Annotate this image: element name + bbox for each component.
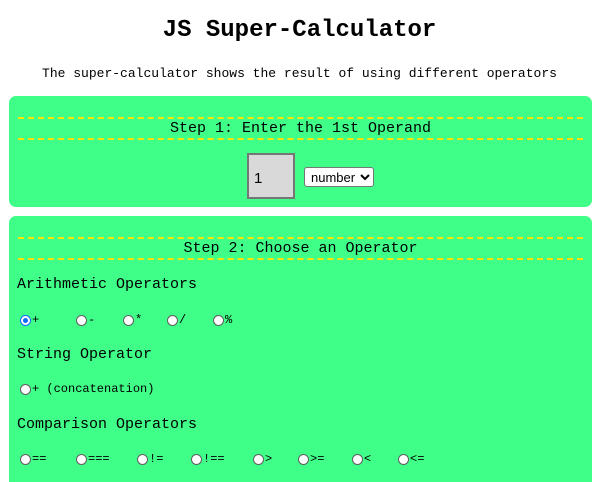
radio-button[interactable] bbox=[20, 453, 31, 465]
radio-option-modulo[interactable]: % bbox=[213, 313, 232, 327]
radio-button[interactable] bbox=[20, 314, 31, 326]
operand-input[interactable] bbox=[247, 153, 295, 199]
radio-button[interactable] bbox=[213, 314, 224, 326]
radio-button[interactable] bbox=[352, 453, 363, 465]
radio-button[interactable] bbox=[76, 314, 87, 326]
radio-button[interactable] bbox=[20, 383, 31, 395]
radio-option-strict-equal[interactable]: === bbox=[76, 452, 110, 466]
radio-button[interactable] bbox=[191, 453, 202, 465]
operand-type-select[interactable]: number bbox=[304, 167, 374, 187]
radio-option-less-equal[interactable]: <= bbox=[398, 452, 424, 466]
radio-button[interactable] bbox=[137, 453, 148, 465]
step2-heading: Step 2: Choose an Operator bbox=[18, 237, 583, 260]
radio-option-strict-not-equal[interactable]: !== bbox=[191, 452, 225, 466]
page-subtitle: The super-calculator shows the result of… bbox=[42, 66, 557, 81]
comparison-operators-label: Comparison Operators bbox=[17, 416, 198, 433]
string-operator-label: String Operator bbox=[17, 346, 153, 363]
radio-option-concatenation[interactable]: + (concatenation) bbox=[20, 382, 154, 396]
radio-button[interactable] bbox=[76, 453, 87, 465]
radio-option-plus[interactable]: + bbox=[20, 313, 39, 327]
radio-option-equal[interactable]: == bbox=[20, 452, 46, 466]
radio-button[interactable] bbox=[167, 314, 178, 326]
arithmetic-operators-label: Arithmetic Operators bbox=[17, 276, 198, 293]
radio-option-minus[interactable]: - bbox=[76, 313, 95, 327]
radio-option-greater[interactable]: > bbox=[253, 452, 272, 466]
radio-button[interactable] bbox=[123, 314, 134, 326]
step2-panel: Step 2: Choose an Operator Arithmetic Op… bbox=[9, 216, 592, 482]
radio-option-less[interactable]: < bbox=[352, 452, 371, 466]
step1-heading: Step 1: Enter the 1st Operand bbox=[18, 117, 583, 140]
page-title: JS Super-Calculator bbox=[162, 17, 437, 44]
radio-option-divide[interactable]: / bbox=[167, 313, 186, 327]
radio-option-multiply[interactable]: * bbox=[123, 313, 142, 327]
step1-panel: Step 1: Enter the 1st Operand number bbox=[9, 96, 592, 207]
radio-button[interactable] bbox=[253, 453, 264, 465]
radio-option-greater-equal[interactable]: >= bbox=[298, 452, 324, 466]
radio-button[interactable] bbox=[298, 453, 309, 465]
radio-button[interactable] bbox=[398, 453, 409, 465]
radio-option-not-equal[interactable]: != bbox=[137, 452, 163, 466]
